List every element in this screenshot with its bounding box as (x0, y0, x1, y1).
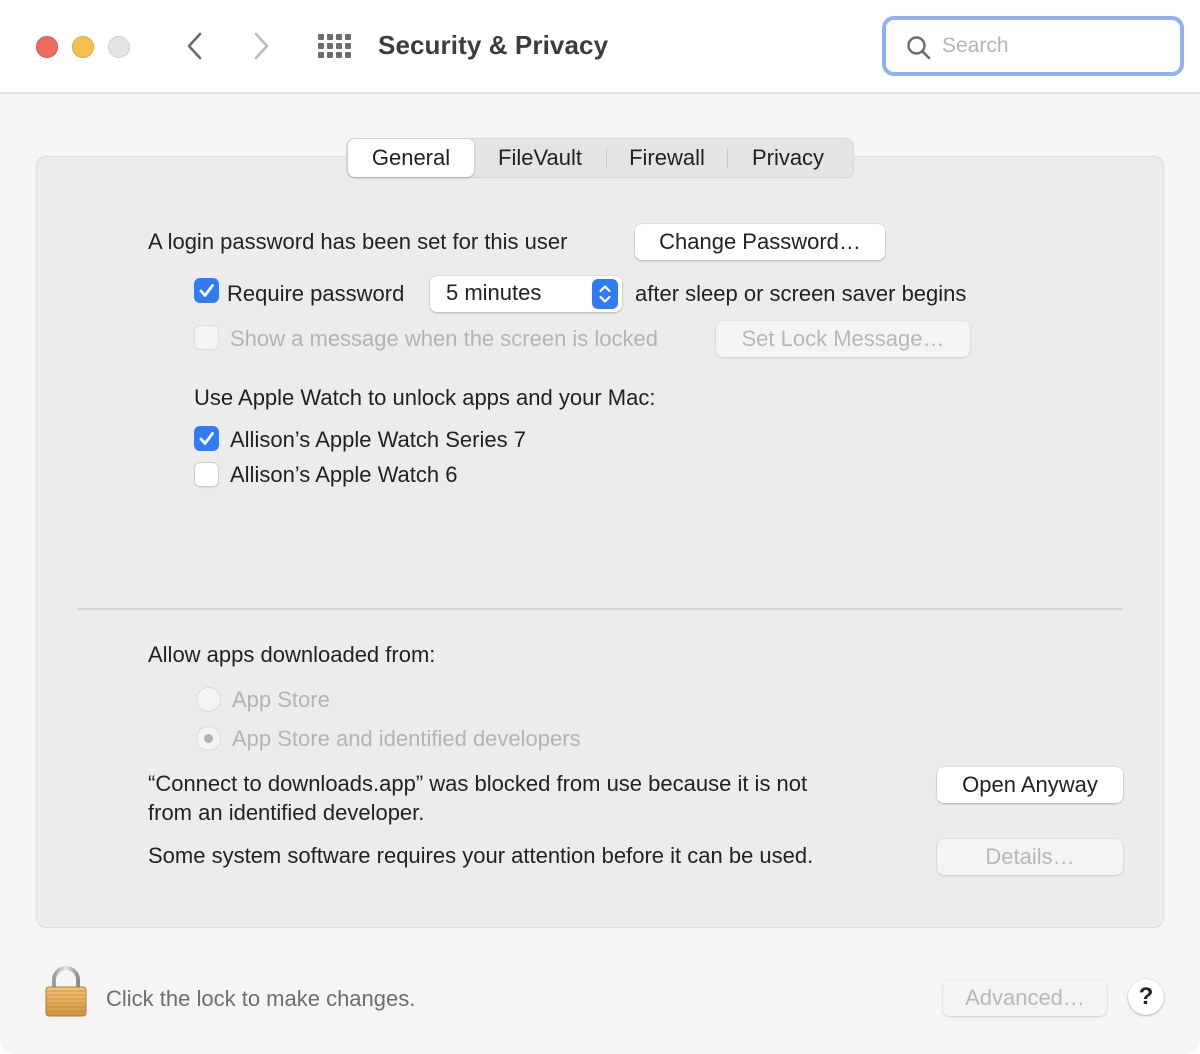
tab-privacy[interactable]: Privacy (728, 139, 848, 177)
apple-watch-6-label: Allison’s Apple Watch 6 (230, 462, 458, 487)
tab-label: General (371, 145, 451, 170)
app-store-identified-developers-label: App Store and identified developers (232, 726, 581, 751)
open-anyway-button[interactable]: Open Anyway (937, 767, 1123, 803)
lock-button[interactable] (44, 966, 88, 1018)
zoom-window-button[interactable] (108, 36, 130, 58)
chevron-right-icon (254, 32, 269, 60)
app-store-radio[interactable] (196, 687, 221, 712)
checkmark-icon (199, 284, 214, 297)
search-field[interactable] (882, 16, 1184, 76)
login-password-status: A login password has been set for this u… (148, 229, 568, 254)
delay-selected-value: 5 minutes (446, 280, 542, 305)
set-lock-message-button[interactable]: Set Lock Message… (716, 321, 970, 357)
require-password-checkbox[interactable] (194, 278, 219, 303)
show-all-preferences-button[interactable] (316, 34, 352, 60)
window-title: Security & Privacy (378, 30, 609, 60)
lock-status-text: Click the lock to make changes. (106, 986, 416, 1011)
require-password-suffix: after sleep or screen saver begins (635, 281, 967, 306)
advanced-button[interactable]: Advanced… (943, 980, 1107, 1016)
checkmark-icon (199, 432, 214, 445)
details-button[interactable]: Details… (937, 839, 1123, 875)
search-icon (907, 36, 931, 60)
back-button[interactable] (180, 28, 210, 64)
tab-label: Privacy (751, 145, 825, 170)
tab-label: FileVault (498, 145, 582, 170)
forward-button[interactable] (246, 28, 276, 64)
section-divider (77, 608, 1123, 610)
tab-general[interactable]: General (348, 139, 474, 177)
allow-apps-heading: Allow apps downloaded from: (148, 642, 436, 667)
tab-filevault[interactable]: FileVault (474, 139, 606, 177)
app-store-label: App Store (232, 687, 330, 712)
require-password-delay-select[interactable]: 5 minutes (430, 276, 622, 312)
blocked-app-message-line2: from an identified developer. (148, 800, 425, 825)
apple-watch-6-checkbox[interactable] (194, 462, 219, 487)
close-window-button[interactable] (36, 36, 58, 58)
app-store-identified-developers-radio[interactable] (196, 726, 221, 751)
security-privacy-window: Security & Privacy General FileVault Fir… (0, 0, 1200, 1054)
show-lock-message-checkbox[interactable] (194, 325, 219, 350)
search-input[interactable] (942, 30, 1162, 62)
blocked-app-message-line1: “Connect to downloads.app” was blocked f… (148, 771, 808, 796)
title-bar: Security & Privacy (0, 0, 1200, 94)
padlock-icon (45, 966, 87, 1017)
show-lock-message-label: Show a message when the screen is locked (230, 326, 659, 351)
tab-label: Firewall (629, 145, 705, 170)
change-password-button[interactable]: Change Password… (635, 224, 885, 260)
up-down-chevron-icon (592, 279, 618, 309)
minimize-window-button[interactable] (72, 36, 94, 58)
tab-firewall[interactable]: Firewall (607, 139, 727, 177)
apple-watch-heading: Use Apple Watch to unlock apps and your … (194, 385, 656, 410)
apple-watch-series7-label: Allison’s Apple Watch Series 7 (230, 427, 526, 452)
question-mark-icon: ? (1138, 983, 1154, 1010)
system-software-message: Some system software requires your atten… (148, 843, 814, 868)
tab-bar: General FileVault Firewall Privacy (346, 138, 854, 178)
chevron-left-icon (187, 32, 202, 60)
help-button[interactable]: ? (1128, 979, 1164, 1015)
apple-watch-series7-checkbox[interactable] (194, 426, 219, 451)
require-password-label: Require password (227, 281, 405, 306)
